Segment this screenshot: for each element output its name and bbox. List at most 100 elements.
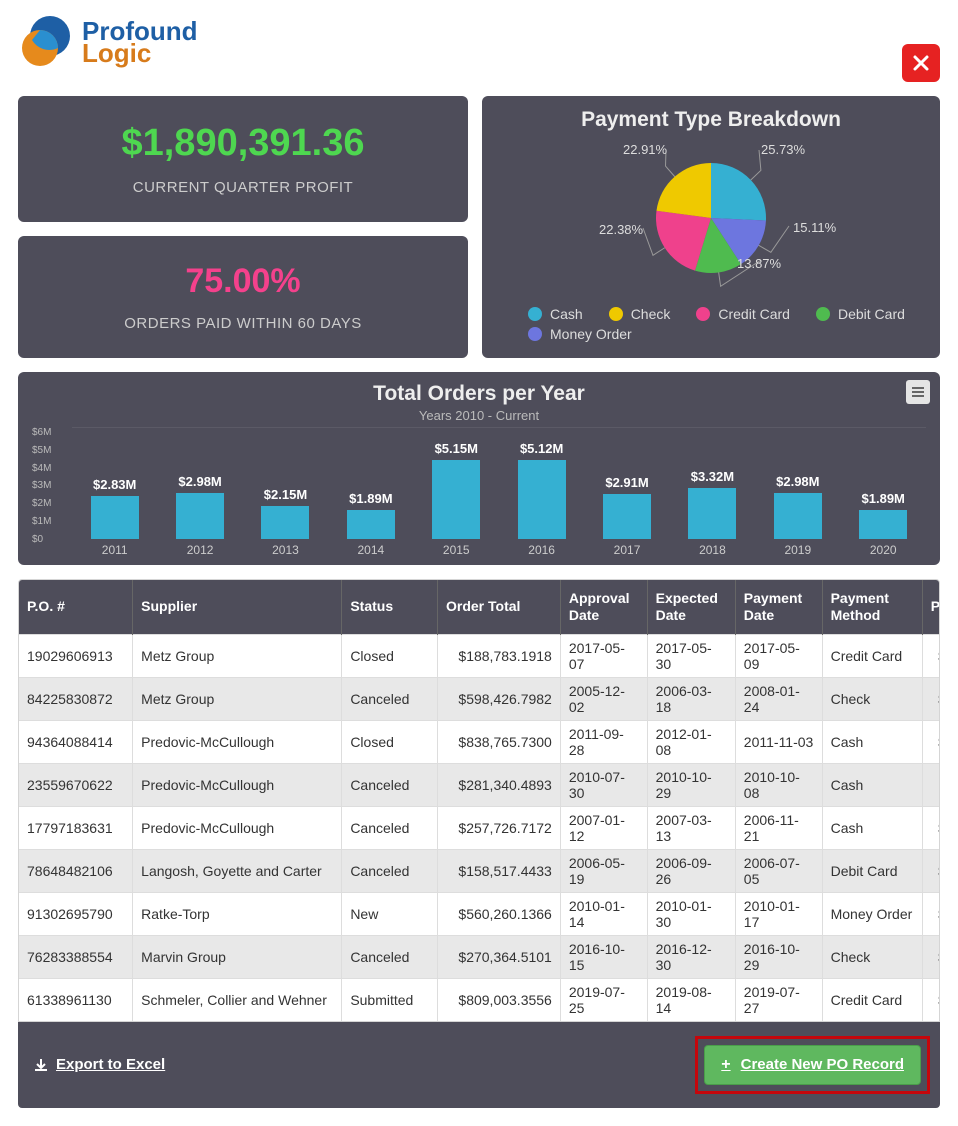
table-row[interactable]: 94364088414Predovic-McCulloughClosed$838… — [19, 720, 939, 763]
table-cell: Closed — [342, 634, 438, 677]
table-cell: Cash — [822, 806, 922, 849]
table-cell: $257,726.7172 — [437, 806, 560, 849]
bar-value-label: $5.12M — [520, 441, 563, 456]
bar-value-label: $2.15M — [264, 487, 307, 502]
download-icon — [34, 1058, 48, 1072]
column-header[interactable]: P.O. # — [19, 580, 133, 634]
table-cell: 2017-05-30 — [647, 634, 735, 677]
export-to-excel-link[interactable]: Export to Excel — [34, 1056, 165, 1073]
column-header[interactable]: Approval Date — [560, 580, 647, 634]
legend-label: Money Order — [550, 326, 632, 342]
y-tick-label: $3M — [32, 480, 51, 491]
column-header[interactable]: Payment Method — [822, 580, 922, 634]
table-cell: 78648482106 — [19, 849, 133, 892]
table-cell: 2007-01-12 — [560, 806, 647, 849]
plus-icon: + — [721, 1056, 730, 1074]
table-cell: 84225830872 — [19, 677, 133, 720]
table-cell: Marvin Group — [133, 935, 342, 978]
bar[interactable] — [91, 496, 139, 539]
bar[interactable] — [176, 493, 224, 539]
kpi-profit-value: $1,890,391.36 — [28, 122, 458, 165]
close-button[interactable] — [902, 44, 940, 82]
table-cell: 2017-05-09 — [735, 634, 822, 677]
table-cell: Cash — [822, 763, 922, 806]
bar-column: $3.32M2018 — [675, 469, 749, 539]
table-cell: $838,765.7300 — [437, 720, 560, 763]
bar-column: $2.91M2017 — [590, 475, 664, 539]
legend-item[interactable]: Cash — [528, 306, 583, 322]
pie-slice-label: 22.38% — [599, 222, 643, 237]
column-header[interactable]: Supplier — [133, 580, 342, 634]
y-tick-label: $1M — [32, 516, 51, 527]
table-cell: 2010-01-30 — [647, 892, 735, 935]
bar-column: $1.89M2014 — [334, 491, 408, 539]
bar[interactable] — [261, 506, 309, 539]
table-row[interactable]: 78648482106Langosh, Goyette and CarterCa… — [19, 849, 939, 892]
table-cell: 2010-10-29 — [647, 763, 735, 806]
table-cell: Submitted — [342, 978, 438, 1021]
table-cell: 2012-01-08 — [647, 720, 735, 763]
create-new-po-button[interactable]: + Create New PO Record — [704, 1045, 921, 1085]
column-header[interactable]: Order Total — [437, 580, 560, 634]
table-cell: $281,340.4893 — [437, 763, 560, 806]
bar-column: $2.98M2019 — [761, 474, 835, 539]
table-cell: 94364088414 — [19, 720, 133, 763]
column-header[interactable]: Status — [342, 580, 438, 634]
y-tick-label: $4M — [32, 463, 51, 474]
column-header[interactable]: P — [922, 580, 939, 634]
orders-table: P.O. #SupplierStatusOrder TotalApproval … — [18, 579, 940, 1022]
table-row[interactable]: 19029606913Metz GroupClosed$188,783.1918… — [19, 634, 939, 677]
table-cell: 17797183631 — [19, 806, 133, 849]
table-cell: $253,8 — [922, 806, 939, 849]
bar[interactable] — [774, 493, 822, 539]
legend-item[interactable]: Money Order — [528, 326, 632, 342]
table-cell: 2007-03-13 — [647, 806, 735, 849]
table-cell: $135,3 — [922, 634, 939, 677]
bar[interactable] — [518, 460, 566, 539]
legend-label: Credit Card — [718, 306, 790, 322]
bar[interactable] — [859, 510, 907, 539]
bar[interactable] — [432, 460, 480, 539]
bar[interactable] — [603, 494, 651, 539]
table-cell: 2006-05-19 — [560, 849, 647, 892]
table-row[interactable]: 23559670622Predovic-McCulloughCanceled$2… — [19, 763, 939, 806]
table-cell: 2006-09-26 — [647, 849, 735, 892]
column-header[interactable]: Expected Date — [647, 580, 735, 634]
bar-year-label: 2017 — [614, 543, 641, 557]
table-cell: 2006-07-05 — [735, 849, 822, 892]
y-tick-label: $2M — [32, 498, 51, 509]
pie-slice[interactable] — [711, 163, 766, 221]
column-header[interactable]: Payment Date — [735, 580, 822, 634]
legend-item[interactable]: Check — [609, 306, 671, 322]
table-cell: 2016-10-29 — [735, 935, 822, 978]
pie-slice[interactable] — [656, 163, 711, 218]
chart-menu-button[interactable] — [906, 380, 930, 404]
table-row[interactable]: 61338961130Schmeler, Collier and WehnerS… — [19, 978, 939, 1021]
table-cell: 2010-01-14 — [560, 892, 647, 935]
kpi-paid-value: 75.00% — [28, 262, 458, 301]
brand-line2: Logic — [82, 40, 198, 66]
table-cell: $274,5 — [922, 935, 939, 978]
table-cell: 2010-01-17 — [735, 892, 822, 935]
bar[interactable] — [688, 488, 736, 539]
pie-slice-label: 15.11% — [793, 220, 836, 235]
bar-value-label: $1.89M — [862, 491, 905, 506]
kpi-paid-label: ORDERS PAID WITHIN 60 DAYS — [28, 315, 458, 332]
pie-slice-label: 25.73% — [761, 142, 805, 157]
table-row[interactable]: 17797183631Predovic-McCulloughCanceled$2… — [19, 806, 939, 849]
bar-year-label: 2013 — [272, 543, 299, 557]
legend-item[interactable]: Credit Card — [696, 306, 790, 322]
table-cell: 2005-12-02 — [560, 677, 647, 720]
bar[interactable] — [347, 510, 395, 539]
table-cell: Ratke-Torp — [133, 892, 342, 935]
brand-logo: Profound Logic — [18, 14, 198, 70]
table-cell: 2011-09-28 — [560, 720, 647, 763]
table-row[interactable]: 84225830872Metz GroupCanceled$598,426.79… — [19, 677, 939, 720]
table-cell: 2011-11-03 — [735, 720, 822, 763]
table-cell: Check — [822, 935, 922, 978]
kpi-profit-card: $1,890,391.36 CURRENT QUARTER PROFIT — [18, 96, 468, 222]
table-row[interactable]: 91302695790Ratke-TorpNew$560,260.1366201… — [19, 892, 939, 935]
legend-item[interactable]: Debit Card — [816, 306, 905, 322]
kpi-profit-label: CURRENT QUARTER PROFIT — [28, 179, 458, 196]
table-row[interactable]: 76283388554Marvin GroupCanceled$270,364.… — [19, 935, 939, 978]
